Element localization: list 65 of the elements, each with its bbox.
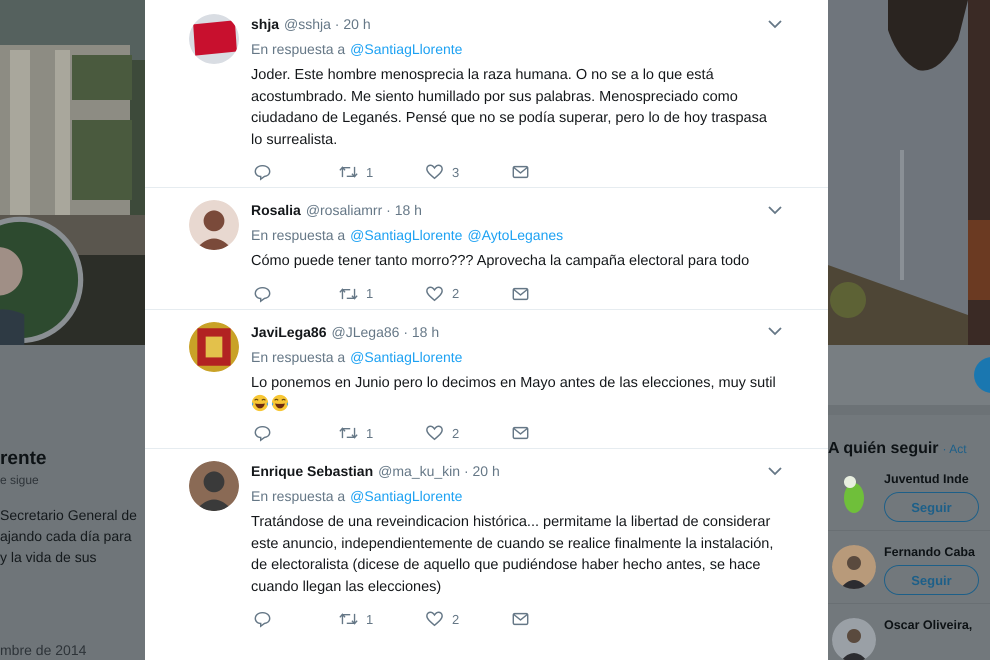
reply-icon[interactable] [253,284,272,302]
retweet-count: 1 [366,164,374,180]
who-to-follow-title: A quién seguir [828,440,939,458]
avatar[interactable] [189,14,239,64]
profile-name: rente [0,447,48,471]
handle-and-time: @rosaliamrr · 18 h [306,201,422,220]
handle-and-time: @JLega86 · 18 h [332,322,440,342]
reply-to-label: En respuesta a [251,40,346,59]
join-date: mbre de 2014 [0,642,88,658]
reply-icon[interactable] [253,424,272,442]
envelope-icon[interactable] [511,610,530,628]
reply-to-label: En respuesta a [251,226,346,245]
laughing-emoji-icon [251,394,269,412]
laughing-emoji-icon [271,394,289,412]
reply-icon[interactable] [253,610,272,628]
mention-link[interactable]: @SantiagLlorente [350,486,462,506]
like-count: 2 [452,286,460,301]
mention-link[interactable]: @SantiagLlorente [350,225,462,245]
author-name[interactable]: Enrique Sebastian [251,461,374,481]
follows-you-label: e sigue [0,473,40,487]
handle-and-time: @ma_ku_kin · 20 h [378,462,500,481]
handle-and-time: @sshja · 20 h [284,15,371,34]
envelope-icon[interactable] [511,163,530,181]
reply-text: Joder. Este hombre menosprecia la raza humana. O no se a lo que está acostumbrado. Me siento humillado por sus palabras. Menospreciado como ciudadano de Leganés. Pensé que no se podía superar, pero lo de hoy traspasa lo surrealista. [251,66,768,150]
envelope-icon[interactable] [511,424,530,442]
bio-line: Secretario General de [0,506,138,525]
account-name[interactable]: Oscar Oliveira, [884,618,972,632]
retweet-count: 1 [366,426,374,440]
author-name[interactable]: shja [251,14,280,34]
mention-link[interactable]: @AytoLeganes [467,225,564,245]
avatar[interactable] [189,200,239,250]
retweet-count: 1 [366,612,374,626]
refresh-link[interactable]: · Act [942,442,967,456]
bio-line: y la vida de sus [0,548,98,567]
reply-to-label: En respuesta a [251,348,346,366]
chevron-down-icon[interactable] [768,466,782,476]
follow-button[interactable]: Seguir [884,492,979,522]
heart-icon[interactable] [425,424,444,442]
follow-button[interactable]: Seguir [884,565,979,595]
account-name[interactable]: Juventud Inde [884,472,979,486]
reply-text: Lo ponemos en Junio pero lo decimos en Mayo antes de las elecciones, muy sutil [251,374,777,392]
avatar[interactable] [832,545,876,589]
heart-icon[interactable] [425,610,444,628]
reply-to-label: En respuesta a [251,487,346,506]
chevron-down-icon[interactable] [768,206,782,214]
bio-line: ajando cada día para [0,527,133,546]
retweet-count: 1 [366,286,374,301]
heart-icon[interactable] [425,284,444,302]
author-name[interactable]: Rosalia [251,200,301,220]
chevron-down-icon[interactable] [768,20,782,28]
like-count: 2 [452,426,460,440]
account-name[interactable]: Fernando Caba [884,545,979,559]
avatar[interactable] [189,461,239,511]
heart-icon[interactable] [425,163,444,181]
reply-text: Cómo puede tener tanto morro??? Aprovecha la campaña electoral para todo [251,252,750,271]
avatar[interactable] [832,618,876,660]
author-name[interactable]: JaviLega86 [251,322,326,342]
mention-link[interactable]: @SantiagLlorente [350,346,462,366]
like-count: 3 [452,164,460,180]
mention-link[interactable]: @SantiagLlorente [350,39,462,59]
reply-text: Tratándose de una reveindicacion histórica... permitame la libertad de considerar este anuncio, independientemente de cuando se realice finalmente la instalación, de electoralista (dicese de aquello que pudiéndose haber hecho antes, se hace cuando llegan las elecciones) [251,513,774,596]
reply-icon[interactable] [253,163,272,181]
like-count: 2 [452,612,460,626]
chevron-down-icon[interactable] [768,327,782,336]
avatar[interactable] [189,322,239,372]
